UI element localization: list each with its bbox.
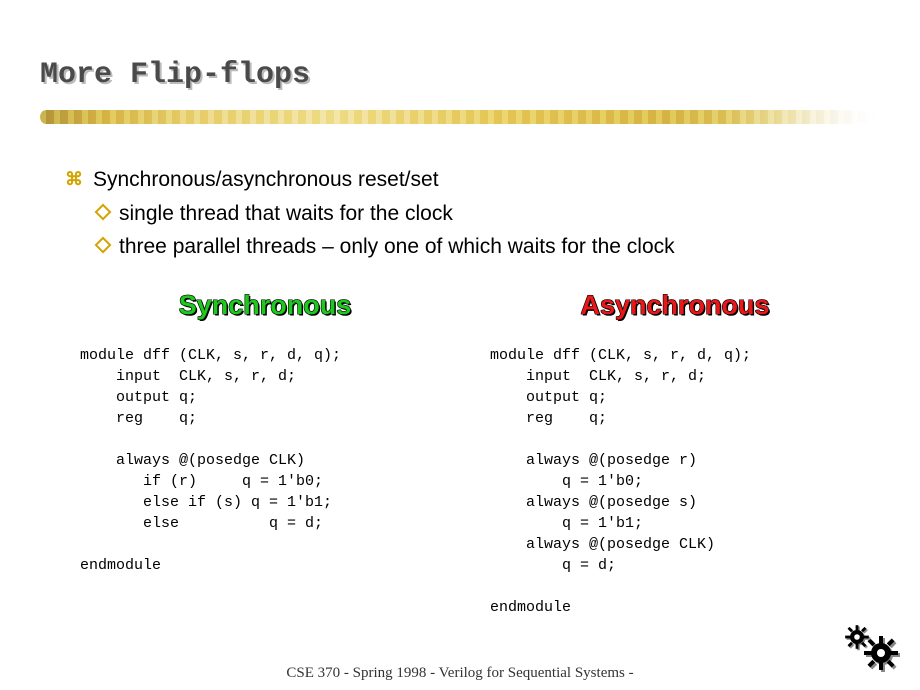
async-code: module dff (CLK, s, r, d, q); input CLK,… xyxy=(490,345,860,618)
gears-icon xyxy=(838,624,902,672)
bullet-icon-box xyxy=(95,236,112,253)
async-heading: Asynchronous xyxy=(490,290,860,321)
gear-big-icon xyxy=(864,636,898,670)
bullet-level2: single thread that waits for the clock xyxy=(97,199,865,229)
bullet-level1: ⌘ Synchronous/asynchronous reset/set xyxy=(65,165,865,195)
code-columns: Synchronous module dff (CLK, s, r, d, q)… xyxy=(80,290,860,618)
bullet-icon-z: ⌘ xyxy=(65,165,81,193)
bullet-text: Synchronous/asynchronous reset/set xyxy=(93,165,439,195)
gear-small-icon xyxy=(845,625,869,649)
bullet-text: single thread that waits for the clock xyxy=(119,199,453,229)
sync-code: module dff (CLK, s, r, d, q); input CLK,… xyxy=(80,345,450,576)
brush-divider xyxy=(40,110,880,124)
bullet-text: three parallel threads – only one of whi… xyxy=(119,232,675,262)
slide-title: More Flip-flops xyxy=(40,58,310,92)
async-column: Asynchronous module dff (CLK, s, r, d, q… xyxy=(490,290,860,618)
bullet-icon-box xyxy=(95,204,112,221)
bullet-level2: three parallel threads – only one of whi… xyxy=(97,232,865,262)
sync-heading: Synchronous xyxy=(80,290,450,321)
bullet-list: ⌘ Synchronous/asynchronous reset/set sin… xyxy=(65,165,865,264)
sync-column: Synchronous module dff (CLK, s, r, d, q)… xyxy=(80,290,450,618)
slide-footer: CSE 370 - Spring 1998 - Verilog for Sequ… xyxy=(0,665,920,682)
